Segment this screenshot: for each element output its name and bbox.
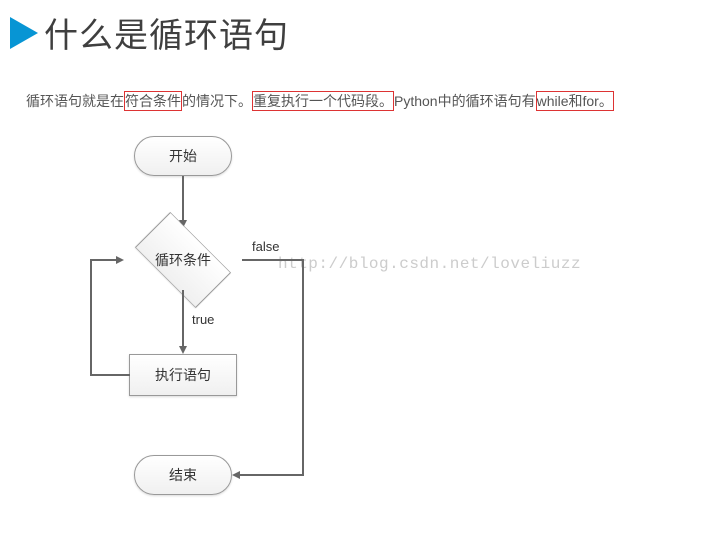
flow-node-condition: 循环条件 — [123, 230, 243, 290]
flow-node-label: 开始 — [169, 146, 197, 166]
page-title: 什么是循环语句 — [44, 8, 289, 57]
description-line: 循环语句就是在符合条件的情况下。重复执行一个代码段。Python中的循环语句有w… — [26, 91, 703, 111]
flow-node-start: 开始 — [134, 136, 232, 176]
arrow-left-icon — [232, 471, 240, 479]
desc-text: Python中的循环语句有 — [394, 93, 536, 109]
triangle-bullet-icon — [10, 17, 38, 49]
flowchart: 开始 循环条件 true 执行语句 false 结束 — [20, 124, 340, 524]
desc-text: 的情况下。 — [182, 93, 252, 109]
flow-edge-loop — [90, 260, 92, 376]
flow-edge — [182, 176, 184, 222]
flow-edge-false — [302, 259, 304, 476]
desc-highlight-condition: 符合条件 — [124, 91, 182, 111]
flow-edge-label-false: false — [252, 239, 279, 254]
arrow-down-icon — [179, 346, 187, 354]
flow-edge-true — [182, 290, 184, 348]
flow-edge-loop — [90, 374, 130, 376]
flow-node-body: 执行语句 — [129, 354, 237, 396]
flow-node-label: 结束 — [169, 465, 197, 485]
arrow-right-icon — [116, 256, 124, 264]
flow-edge-label-true: true — [192, 312, 214, 327]
flow-edge-false — [242, 259, 304, 261]
flow-node-label: 执行语句 — [155, 365, 211, 385]
flow-edge-false — [238, 474, 304, 476]
flow-node-label: 循环条件 — [155, 250, 211, 270]
desc-highlight-repeat: 重复执行一个代码段。 — [252, 91, 394, 111]
flow-node-end: 结束 — [134, 455, 232, 495]
desc-highlight-keywords: while和for。 — [536, 91, 614, 111]
desc-text: 循环语句就是在 — [26, 93, 124, 109]
flow-edge-loop — [90, 259, 118, 261]
page-header: 什么是循环语句 — [0, 0, 703, 57]
